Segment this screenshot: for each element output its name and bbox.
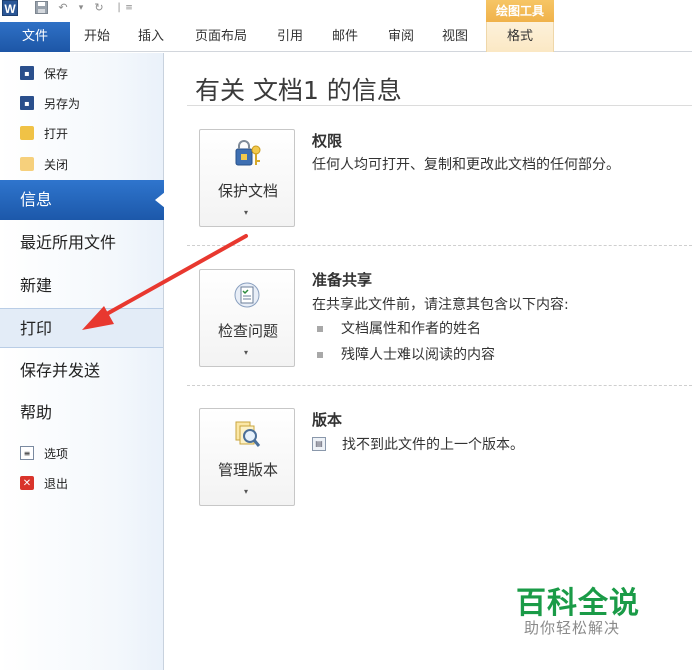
backstage-nav: ▪ 保存 ▪ 另存为 打开 关闭 信息 最近所用文件 新建 打印 保存并发送 帮… [0,53,165,670]
tab-insert[interactable]: 插入 [132,22,170,52]
chevron-down-icon: ▾ [244,487,249,496]
open-folder-icon [20,126,34,140]
section-divider [187,385,692,386]
nav-save[interactable]: ▪ 保存 [20,62,68,84]
protect-document-button[interactable]: 保护文档 ▾ [199,129,295,227]
bullet-icon [317,352,323,358]
nav-info[interactable]: 信息 [0,180,165,220]
permissions-heading: 权限 [312,132,343,150]
versions-row: ▤ 找不到此文件的上一个版本。 [312,434,524,454]
tab-file[interactable]: 文件 [0,22,70,52]
tab-home[interactable]: 开始 [78,22,116,52]
redo-icon[interactable]: ↻ [92,1,106,15]
nav-exit-label: 退出 [44,476,69,491]
customize-toolbar-icon[interactable]: ≡ [122,1,136,15]
word-app-icon[interactable]: W [2,0,18,16]
chevron-down-icon: ▾ [244,348,249,357]
ribbon-tab-bar: 文件 开始 插入 页面布局 引用 邮件 审阅 视图 格式 [0,22,692,52]
list-item: 残障人士难以阅读的内容 [317,344,495,364]
watermark-subtitle: 助你轻松解决 [524,619,621,637]
title-divider [187,105,692,106]
tab-view[interactable]: 视图 [436,22,474,52]
version-magnifier-icon [232,419,262,449]
tab-mailings[interactable]: 邮件 [326,22,364,52]
nav-options[interactable]: ≡ 选项 [20,442,68,464]
quick-access-toolbar: W ↶ ▾ ↻ | ≡ 绘图工具 [0,0,692,22]
nav-save-as-label: 另存为 [44,96,81,111]
prepare-sharing-heading: 准备共享 [312,271,373,289]
watermark-title: 百科全说 [516,586,640,621]
list-item: 文档属性和作者的姓名 [317,318,481,338]
contextual-tab-group-title: 绘图工具 [486,0,554,22]
tab-format[interactable]: 格式 [486,22,554,52]
nav-exit[interactable]: ✕ 退出 [20,472,68,494]
section-divider [187,245,692,246]
undo-dropdown-icon[interactable]: ▾ [74,1,88,15]
exit-icon: ✕ [20,476,34,490]
permissions-text: 任何人均可打开、复制和更改此文档的任何部分。 [312,157,620,173]
bullet-icon [317,326,323,332]
document-version-icon: ▤ [312,437,326,451]
nav-save-and-send[interactable]: 保存并发送 [0,351,163,391]
save-as-icon: ▪ [20,96,34,110]
manage-versions-label: 管理版本 [217,461,278,479]
manage-versions-button[interactable]: 管理版本 ▾ [199,408,295,506]
tab-references[interactable]: 引用 [272,22,308,52]
options-icon: ≡ [20,446,34,460]
versions-heading: 版本 [312,411,343,429]
nav-close[interactable]: 关闭 [20,153,68,175]
save-icon: ▪ [20,66,34,80]
undo-icon[interactable]: ↶ [56,1,70,15]
protect-document-label: 保护文档 [217,182,278,200]
nav-open-label: 打开 [44,126,69,141]
save-icon[interactable] [34,1,48,15]
close-folder-icon [20,157,34,171]
nav-save-label: 保存 [44,66,69,81]
nav-save-as[interactable]: ▪ 另存为 [20,92,80,114]
nav-close-label: 关闭 [44,157,69,172]
prepare-sharing-text: 在共享此文件前，请注意其包含以下内容: [312,297,569,313]
chevron-down-icon: ▾ [244,208,249,217]
tab-page-layout[interactable]: 页面布局 [188,22,254,52]
nav-options-label: 选项 [44,446,69,461]
red-arrow-annotation [82,234,248,330]
nav-help[interactable]: 帮助 [0,393,163,433]
tab-review[interactable]: 审阅 [382,22,420,52]
lock-keys-icon [232,140,262,170]
versions-text: 找不到此文件的上一个版本。 [342,437,524,453]
nav-open[interactable]: 打开 [20,122,68,144]
page-title: 有关 文档1 的信息 [195,76,402,105]
